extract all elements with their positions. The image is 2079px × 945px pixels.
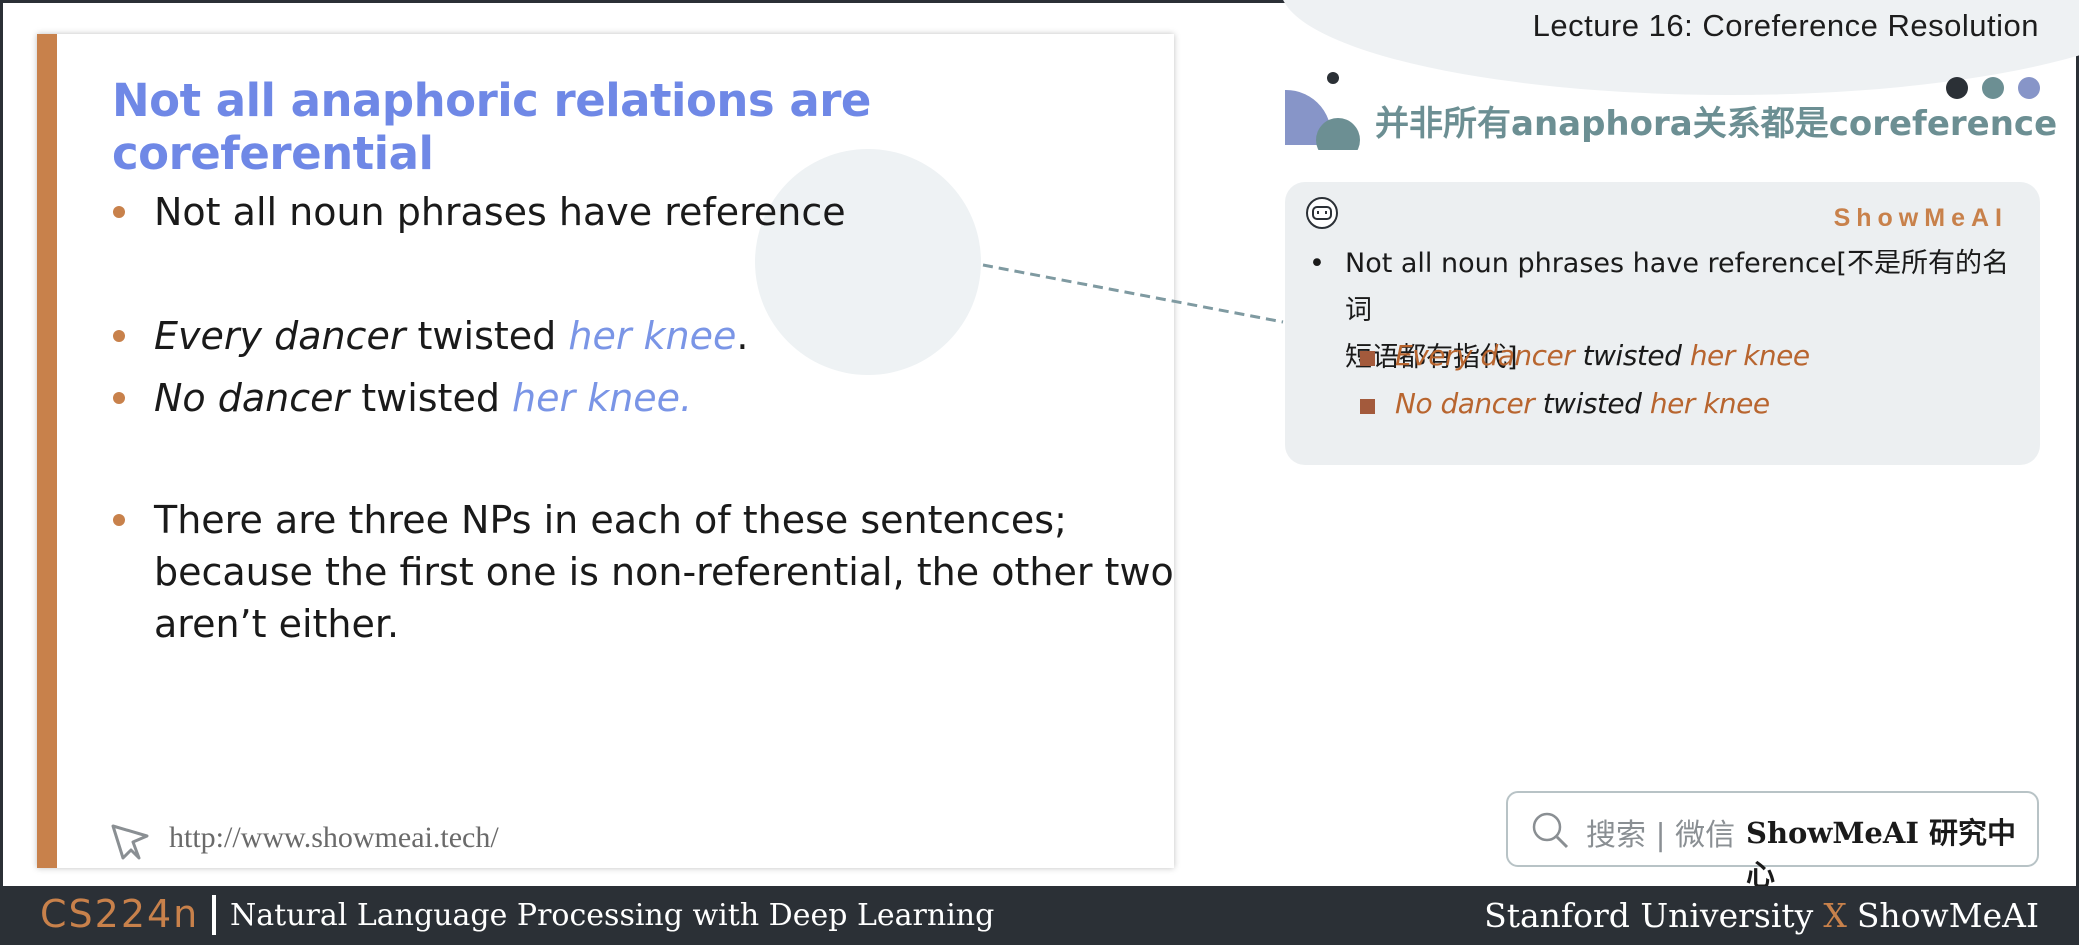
bullet-4-line-2: because the first one is non-referential… [154,550,1174,594]
sub-2-verb: twisted [1534,387,1650,420]
bullet-2-verb: twisted [405,314,569,358]
course-separator [212,895,216,935]
sub-1-object: her knee [1689,339,1810,372]
notes-sub-item-1: Every dancer twisted her knee [1360,339,1810,372]
search-icon [1532,812,1569,849]
slide-bullet-2: Every dancer twisted her knee. [112,310,749,362]
website-link[interactable]: http://www.showmeai.tech/ [169,821,499,855]
slide-bullet-1: Not all noun phrases have reference [113,186,846,238]
notes-card: ShowMeAI Not all noun phrases have refer… [1285,182,2040,465]
showmeai-brand: ShowMeAI [1833,204,2008,232]
sub-1-subject: Every dancer [1395,339,1575,372]
bullet-1-text: Not all noun phrases have reference [154,190,846,234]
title-decoration-icon [1285,72,1360,150]
bullet-2-object: her knee [568,314,737,358]
notes-bullet-line-1: Not all noun phrases have reference[不是所有… [1345,248,2009,326]
sub-2-object: her knee [1649,387,1770,420]
slide-bullet-4: There are three NPs in each of these sen… [113,494,1174,650]
partner-name: ShowMeAI [1856,896,2039,935]
slide-bullet-3: No dancer twisted her knee. [112,372,693,424]
course-name: Natural Language Processing with Deep Le… [230,898,995,933]
wechat-search-box[interactable]: 搜索 | 微信 ShowMeAI 研究中心 [1506,791,2039,892]
bullet-2-period: . [736,314,749,358]
bullet-4-line-3: aren’t either. [154,602,400,646]
notes-sub-item-2: No dancer twisted her knee [1360,387,1770,420]
search-label: 搜索 | 微信 [1586,818,1736,853]
search-brand: ShowMeAI 研究中心 [1746,816,2017,892]
bullet-2-subject: Every dancer [154,314,406,358]
slide-accent-bar [37,34,57,868]
bullet-4-line-1: There are three NPs in each of these sen… [154,498,1067,542]
slide-panel: Not all anaphoric relations are corefere… [37,34,1174,868]
sub-2-subject: No dancer [1395,387,1535,420]
bullet-3-subject: No dancer [154,376,350,420]
bullet-3-verb: twisted [349,376,513,420]
lecture-title: Lecture 16: Coreference Resolution [1532,8,2039,43]
bullet-3-object: her knee. [512,376,693,420]
slide-title: Not all anaphoric relations are corefere… [112,74,871,180]
slide-decor-circle [755,149,981,375]
credit-separator: X [1823,896,1847,935]
cursor-icon [111,824,149,860]
robot-icon [1306,197,1338,229]
university-credit: Stanford University X ShowMeAI [1484,896,2039,935]
course-code: CS224n [40,892,200,936]
notes-title: 并非所有anaphora关系都是coreference [1375,104,2058,144]
footer-bar: CS224n Natural Language Processing with … [0,886,2079,945]
university-name: Stanford University [1484,896,1814,935]
sub-1-verb: twisted [1574,339,1690,372]
